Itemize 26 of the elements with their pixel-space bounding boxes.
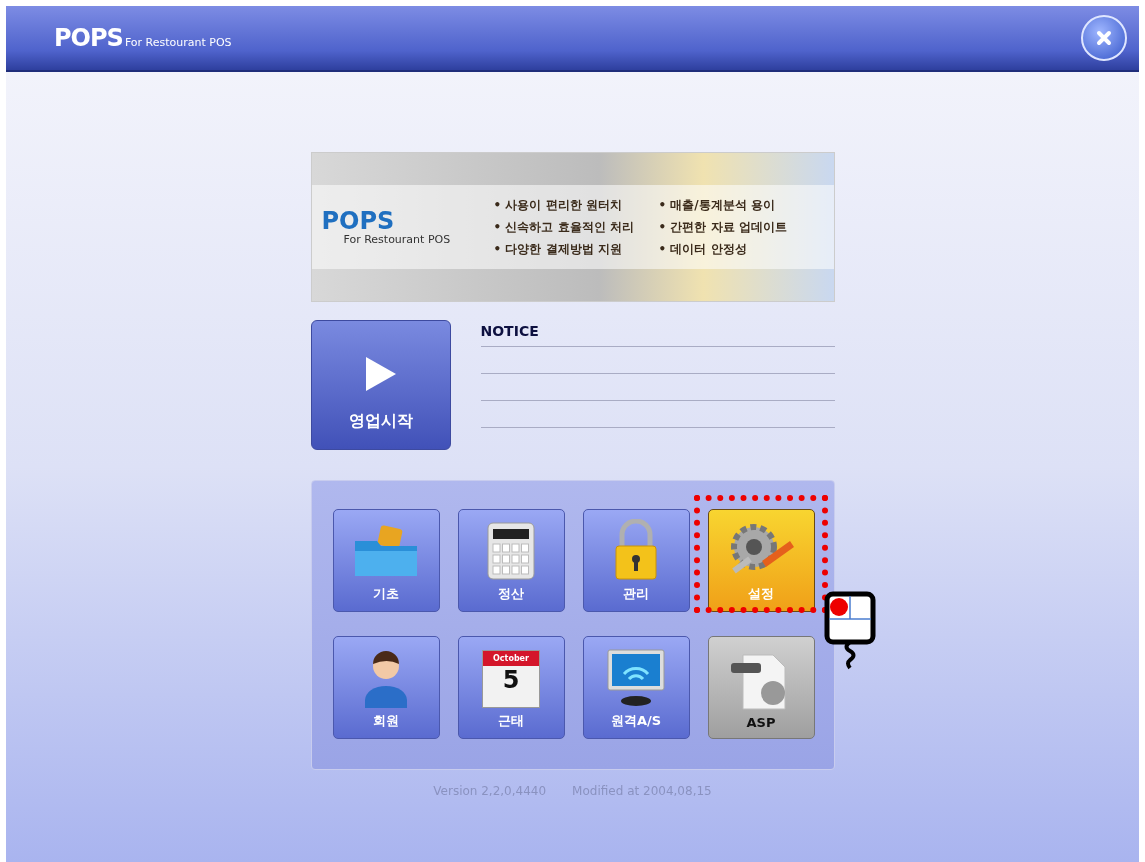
banner-logo-subtitle: For Restourant POS bbox=[343, 232, 452, 246]
padlock-icon bbox=[613, 519, 659, 581]
menu-tile[interactable]: October 5 근태 bbox=[457, 636, 565, 739]
notice-title: NOTICE bbox=[480, 322, 540, 341]
menu-tile[interactable]: 기초 bbox=[332, 509, 440, 612]
feature-text: • 간편한 자료 업데이트 bbox=[658, 218, 788, 236]
logo-text: POPS bbox=[54, 24, 123, 52]
logo-subtitle: For Restourant POS bbox=[124, 36, 232, 49]
feature-text: • 매출/통계분석 용이 bbox=[658, 196, 776, 214]
close-button[interactable] bbox=[1081, 15, 1127, 61]
menu-tile[interactable]: 정산 bbox=[457, 509, 565, 612]
feature-text: • 다양한 결제방법 지원 bbox=[493, 240, 623, 258]
calendar-icon: October 5 bbox=[482, 650, 540, 708]
play-icon bbox=[363, 355, 398, 393]
start-button[interactable]: 영업시작 bbox=[310, 320, 451, 450]
calculator-icon bbox=[486, 521, 536, 581]
feature-text: • 사용이 편리한 원터치 bbox=[493, 196, 623, 214]
menu-tile[interactable]: 원격A/S bbox=[582, 636, 690, 739]
menu-tile[interactable]: 관리 bbox=[582, 509, 690, 612]
feature-text: • 데이터 안정성 bbox=[658, 240, 748, 258]
close-icon bbox=[1095, 29, 1113, 47]
feature-text: • 신속하고 효율적인 처리 bbox=[493, 218, 635, 236]
monitor-icon bbox=[606, 648, 666, 708]
mouse-click-icon bbox=[823, 591, 876, 671]
menu-tile[interactable]: 회원 bbox=[332, 636, 440, 739]
banner-logo-text: POPS bbox=[321, 208, 396, 233]
